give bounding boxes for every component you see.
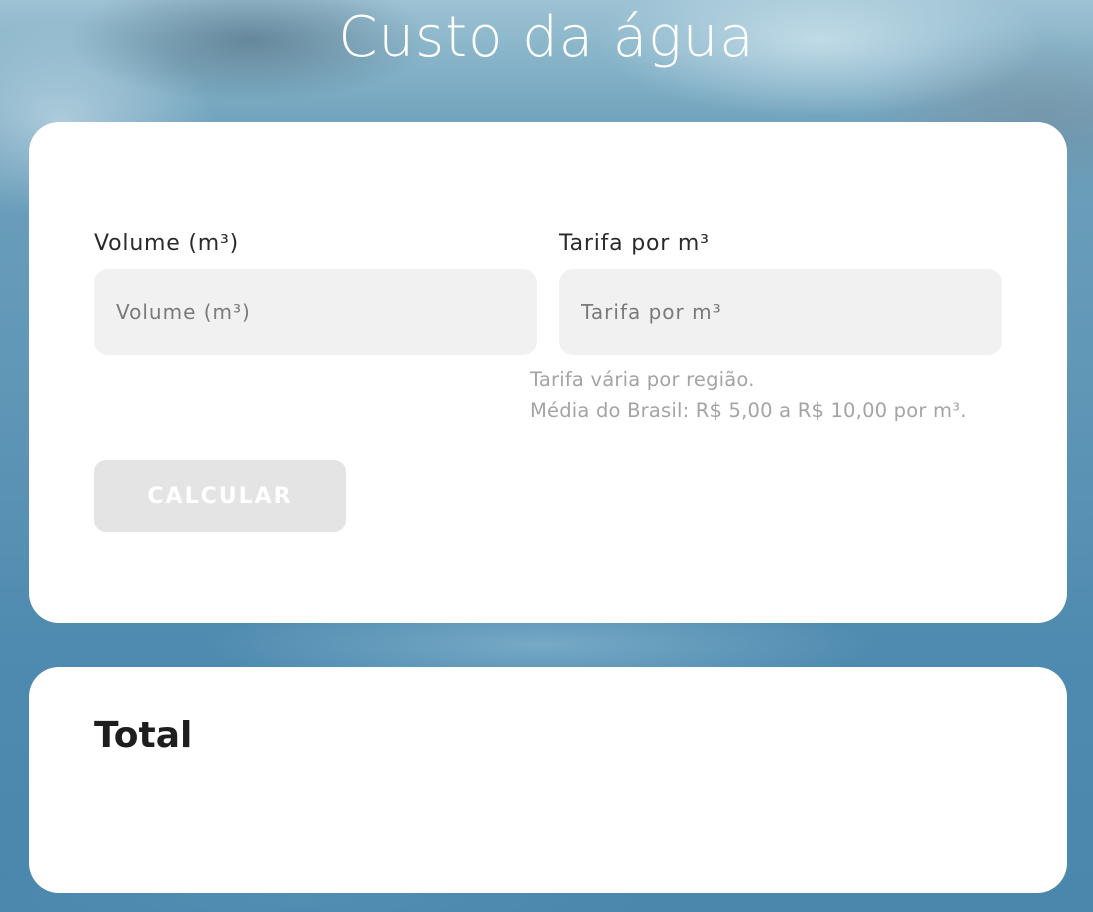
tariff-input[interactable] — [559, 269, 1002, 355]
tariff-label: Tarifa por m³ — [559, 231, 710, 256]
calculate-button[interactable]: CALCULAR — [94, 460, 346, 532]
tariff-hint-line-2: Média do Brasil: R$ 5,00 a R$ 10,00 por … — [530, 399, 967, 422]
tariff-hint: Tarifa vária por região. Média do Brasil… — [530, 364, 967, 426]
tariff-hint-line-1: Tarifa vária por região. — [530, 368, 755, 391]
total-card — [29, 667, 1067, 893]
total-title: Total — [94, 715, 193, 756]
volume-input[interactable] — [94, 269, 537, 355]
volume-label: Volume (m³) — [94, 231, 240, 256]
page-title: Custo da água — [338, 5, 755, 70]
